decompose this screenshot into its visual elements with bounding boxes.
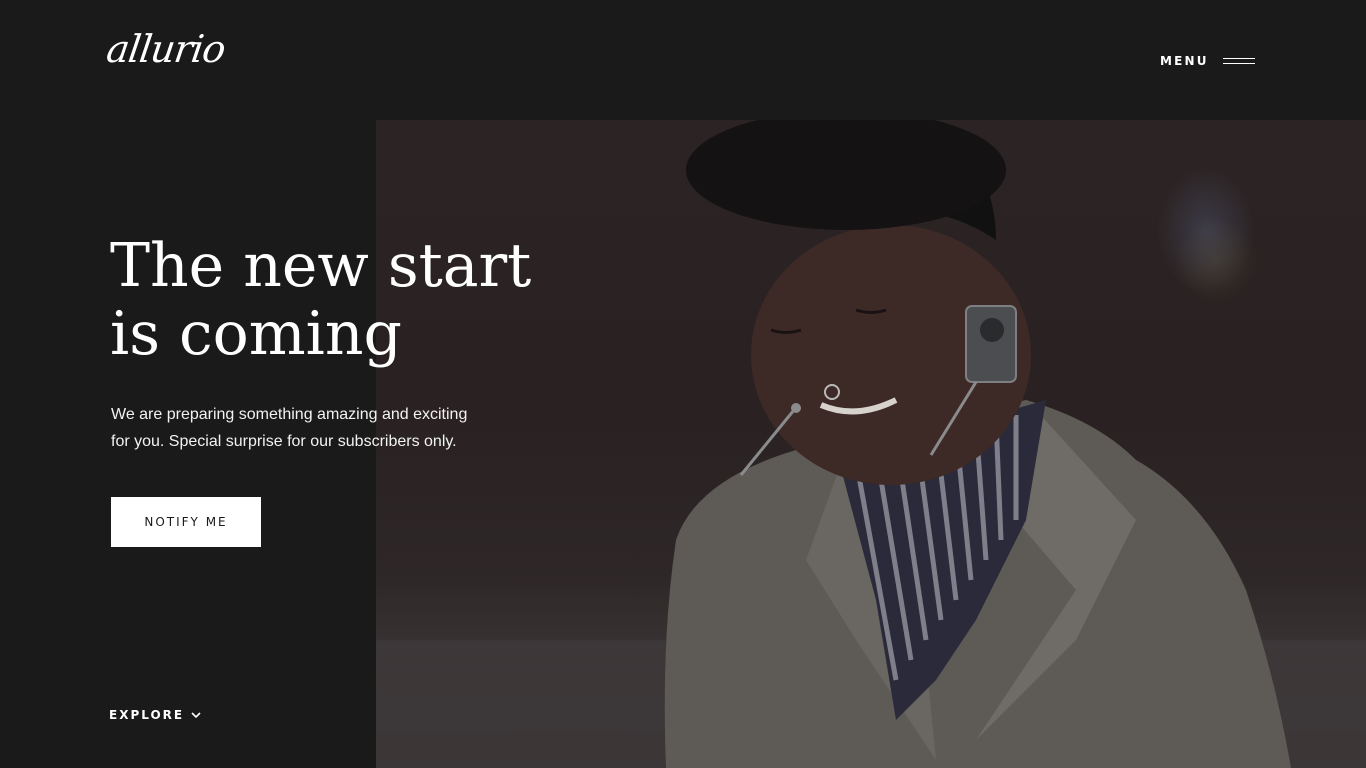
hero-subtitle-line-2: for you. Special surprise for our subscr…	[111, 433, 457, 450]
menu-button[interactable]: MENU	[1160, 52, 1255, 70]
hamburger-icon	[1222, 57, 1255, 65]
hero-title-line-1: The new start	[110, 231, 532, 301]
hero-title: The new start is coming	[110, 232, 610, 368]
hero-image	[376, 120, 1366, 768]
logo[interactable]: allurio	[104, 27, 228, 71]
menu-label: MENU	[1160, 54, 1209, 68]
hero-subtitle: We are preparing something amazing and e…	[111, 401, 511, 455]
notify-me-button[interactable]: NOTIFY ME	[111, 497, 261, 547]
explore-link[interactable]: EXPLORE	[109, 706, 202, 724]
chevron-down-icon	[191, 712, 201, 719]
landing-page: allurio MENU The new start is coming We …	[0, 0, 1366, 768]
explore-label: EXPLORE	[109, 708, 185, 722]
hero-subtitle-line-1: We are preparing something amazing and e…	[111, 406, 468, 423]
hero-image-illustration	[376, 120, 1366, 768]
hero-title-line-2: is coming	[110, 299, 402, 369]
